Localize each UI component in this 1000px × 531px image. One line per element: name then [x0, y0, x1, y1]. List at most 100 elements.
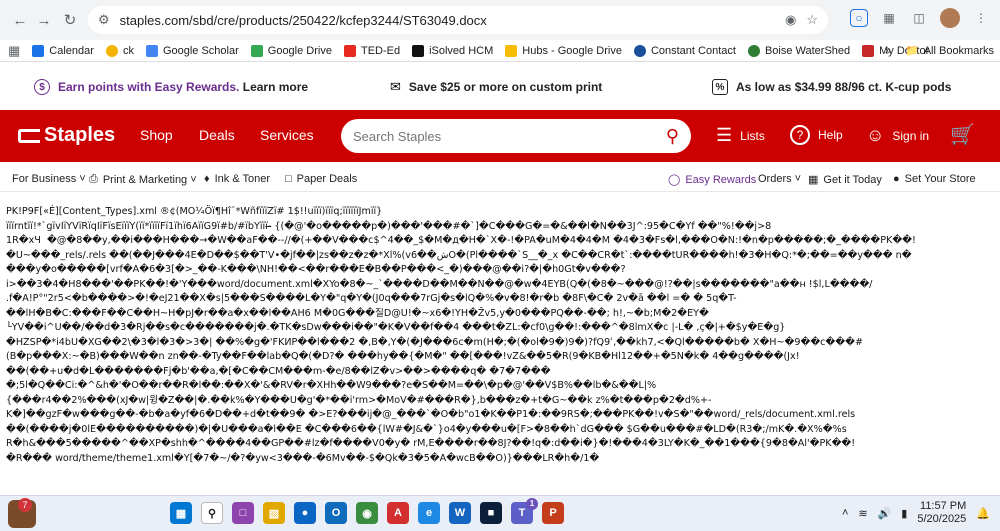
address-bar[interactable]: ⚙ staples.com/sbd/cre/products/250422/kc…: [88, 6, 828, 34]
orders-menu[interactable]: Orders ˅: [758, 173, 801, 185]
print-promo[interactable]: ✉ Save $25 or more on custom print: [390, 79, 602, 95]
staples-logo[interactable]: Staples: [18, 124, 115, 147]
sub-navigation: For Business ˅ ⎙ Print & Marketing ˅ ♦ Ink…: [0, 166, 1000, 192]
content-line: �HZSP�*i4bU�XG��2\�3�l�3�>3�| ��%�g�'FKИ…: [6, 336, 996, 351]
notification-bell-icon[interactable]: 🔔: [976, 507, 990, 520]
content-line: i>��3�4�H8���'��PK��!�'Y���word/document…: [6, 278, 996, 293]
apps-grid-icon[interactable]: ▦: [8, 43, 20, 59]
content-line: ��(��+u�d�L�������Fj�b'��a,�[�C��CM���m-…: [6, 365, 996, 380]
clock[interactable]: 11:57 PM 5/20/2025: [917, 500, 966, 526]
nav-shop[interactable]: Shop: [140, 127, 173, 143]
dollar-circle-icon: $: [34, 79, 50, 95]
battery-icon[interactable]: ▮: [901, 507, 907, 520]
bookmark-item[interactable]: Constant Contact: [634, 45, 736, 57]
wifi-icon[interactable]: ≋: [858, 507, 867, 520]
print-marketing-menu[interactable]: ⎙ Print & Marketing ˅: [89, 173, 197, 186]
forward-arrow-icon[interactable]: →: [30, 6, 58, 34]
site-info-icon[interactable]: ⚙: [98, 12, 110, 28]
outlook-icon[interactable]: O: [325, 502, 347, 524]
content-line: �;5l�Q��Ci:�^&h�'�O��r��R�l��:��X�'&�RV�…: [6, 379, 996, 394]
content-line: └YV��i^U��/��d�3�Rj��s�c�������j�.�TK�sD…: [6, 321, 996, 336]
app-icon-dark[interactable]: ■: [480, 502, 502, 524]
content-line: �R��� word/theme/theme1.xml�Y[�7�~/�?�yw…: [6, 452, 996, 467]
chrome-icon[interactable]: ◉: [356, 502, 378, 524]
widgets-button[interactable]: 7: [8, 500, 36, 528]
menu-dots-icon[interactable]: ⋮: [972, 9, 990, 27]
bookmark-item[interactable]: Calendar: [32, 45, 94, 57]
cart-button[interactable]: 🛒: [950, 122, 983, 147]
bookmark-star-icon[interactable]: ☆: [806, 12, 818, 28]
for-business-menu[interactable]: For Business ˅: [12, 173, 86, 185]
url-text[interactable]: staples.com/sbd/cre/products/250422/kcfe…: [120, 13, 775, 28]
all-bookmarks-label: All Bookmarks: [924, 45, 994, 57]
signin-link[interactable]: ☺ Sign in: [866, 125, 929, 146]
kcup-promo[interactable]: % As low as $34.99 88/96 ct. K-cup pods: [712, 79, 951, 95]
bookmark-item[interactable]: ck: [106, 45, 134, 57]
promo-bar: $ Earn points with Easy Rewards. Learn m…: [0, 66, 1000, 108]
search-icon[interactable]: ⚲: [666, 126, 679, 147]
file-explorer-icon[interactable]: ▧: [263, 502, 285, 524]
help-link[interactable]: ? Help: [790, 125, 843, 145]
chevron-up-icon[interactable]: ˄: [842, 507, 848, 519]
teams-icon[interactable]: T1: [511, 502, 533, 524]
bookmark-item[interactable]: TED-Ed: [344, 45, 400, 57]
content-line: R�h&���5�����^��XP�shh�^����4��GP��#lz�f…: [6, 437, 996, 452]
coupon-icon: %: [712, 79, 728, 95]
all-bookmarks[interactable]: » 📁 All Bookmarks: [885, 44, 994, 57]
rewards-promo[interactable]: $ Earn points with Easy Rewards. Learn m…: [34, 79, 308, 95]
search-input[interactable]: [353, 129, 666, 144]
get-it-today-link[interactable]: ▦ Get it Today: [808, 173, 882, 186]
nav-deals[interactable]: Deals: [199, 127, 235, 143]
content-line: �U~���_rels/.rels ��(��J���4E�D��$��T'V•…: [6, 249, 996, 264]
eye-icon[interactable]: ◉: [785, 12, 796, 28]
site-header: Staples Shop Deals Services ⚲ ☰ Lists ? …: [0, 110, 1000, 162]
calendar-icon: ▦: [808, 173, 818, 186]
kcup-promo-text: As low as $34.99 88/96 ct. K-cup pods: [736, 80, 951, 94]
content-line: ��(����j�0lE����������)�|�U���a�l��E �C�…: [6, 423, 996, 438]
content-line: .f�A!P°"2r5<�b����>�!�eJ21��X�s|5���S���…: [6, 292, 996, 307]
word-icon[interactable]: W: [449, 502, 471, 524]
profile-avatar[interactable]: [940, 8, 960, 28]
volume-icon[interactable]: 🔊: [878, 507, 892, 520]
learn-more-link[interactable]: Learn more: [243, 80, 308, 94]
extensions-puzzle-icon[interactable]: ▦: [880, 9, 898, 27]
powerpoint-icon[interactable]: P: [542, 502, 564, 524]
extension-area: ○ ▦ ◫ ⋮: [850, 8, 990, 28]
bookmark-item[interactable]: Hubs - Google Drive: [505, 45, 622, 57]
content-line: ���y�o�����[vrf�A�6�3[�>_��-K���\NH!��<�…: [6, 263, 996, 278]
more-bookmarks-chevron[interactable]: »: [885, 45, 891, 57]
content-line: (B�p���X:~�B)���W��n zn��-�Ty��F��lab�Q�…: [6, 350, 996, 365]
bookmark-item[interactable]: Boise WaterShed: [748, 45, 850, 57]
search-taskbar-icon[interactable]: ⚲: [201, 502, 223, 524]
search-box: ⚲: [341, 119, 691, 153]
start-windows-icon[interactable]: ▦: [170, 502, 192, 524]
windows-taskbar: 7 ▦ ⚲ □ ▧ ● O ◉ A e W ■ T1 P ˄ ≋ 🔊 ▮ 11:…: [0, 495, 1000, 531]
easy-rewards-link[interactable]: ◯ Easy Rewards: [668, 173, 756, 186]
set-store-link[interactable]: ● Set Your Store: [893, 173, 976, 185]
taskbar-apps: ▦ ⚲ □ ▧ ● O ◉ A e W ■ T1 P: [170, 502, 564, 524]
notification-badge: 7: [18, 498, 32, 512]
edge-icon[interactable]: e: [418, 502, 440, 524]
bookmark-item[interactable]: iSolved HCM: [412, 45, 493, 57]
rewards-icon: ◯: [668, 173, 680, 186]
lists-link[interactable]: ☰ Lists: [716, 125, 765, 146]
print-icon: ⎙: [89, 173, 98, 186]
system-tray: ˄ ≋ 🔊 ▮ 11:57 PM 5/20/2025 🔔: [842, 500, 990, 526]
bookmark-item[interactable]: Google Scholar: [146, 45, 239, 57]
paper-deals-link[interactable]: □ Paper Deals: [285, 173, 357, 185]
teams-badge: 1: [526, 498, 538, 510]
paper-icon: □: [285, 173, 292, 185]
chat-extension-icon[interactable]: ○: [850, 9, 868, 27]
cart-icon: 🛒: [950, 122, 975, 147]
task-view-icon[interactable]: □: [232, 502, 254, 524]
app-icon-blue[interactable]: ●: [294, 502, 316, 524]
reload-icon[interactable]: ↻: [56, 6, 84, 34]
content-line: ��lH�B�C:�̀��F��C��H~H�pJ�r��a�x��l��AH6…: [6, 307, 996, 322]
acrobat-icon[interactable]: A: [387, 502, 409, 524]
rewards-promo-text: Earn points with Easy Rewards.: [58, 80, 239, 94]
bookmark-item[interactable]: Google Drive: [251, 45, 332, 57]
nav-services[interactable]: Services: [260, 127, 314, 143]
content-line: ïïïrntïï!*`gïvIïYVïRïqIïFïsEïïïY(ïï*ïïïï…: [6, 220, 996, 235]
ink-toner-link[interactable]: ♦ Ink & Toner: [204, 173, 270, 185]
sidepanel-icon[interactable]: ◫: [910, 9, 928, 27]
